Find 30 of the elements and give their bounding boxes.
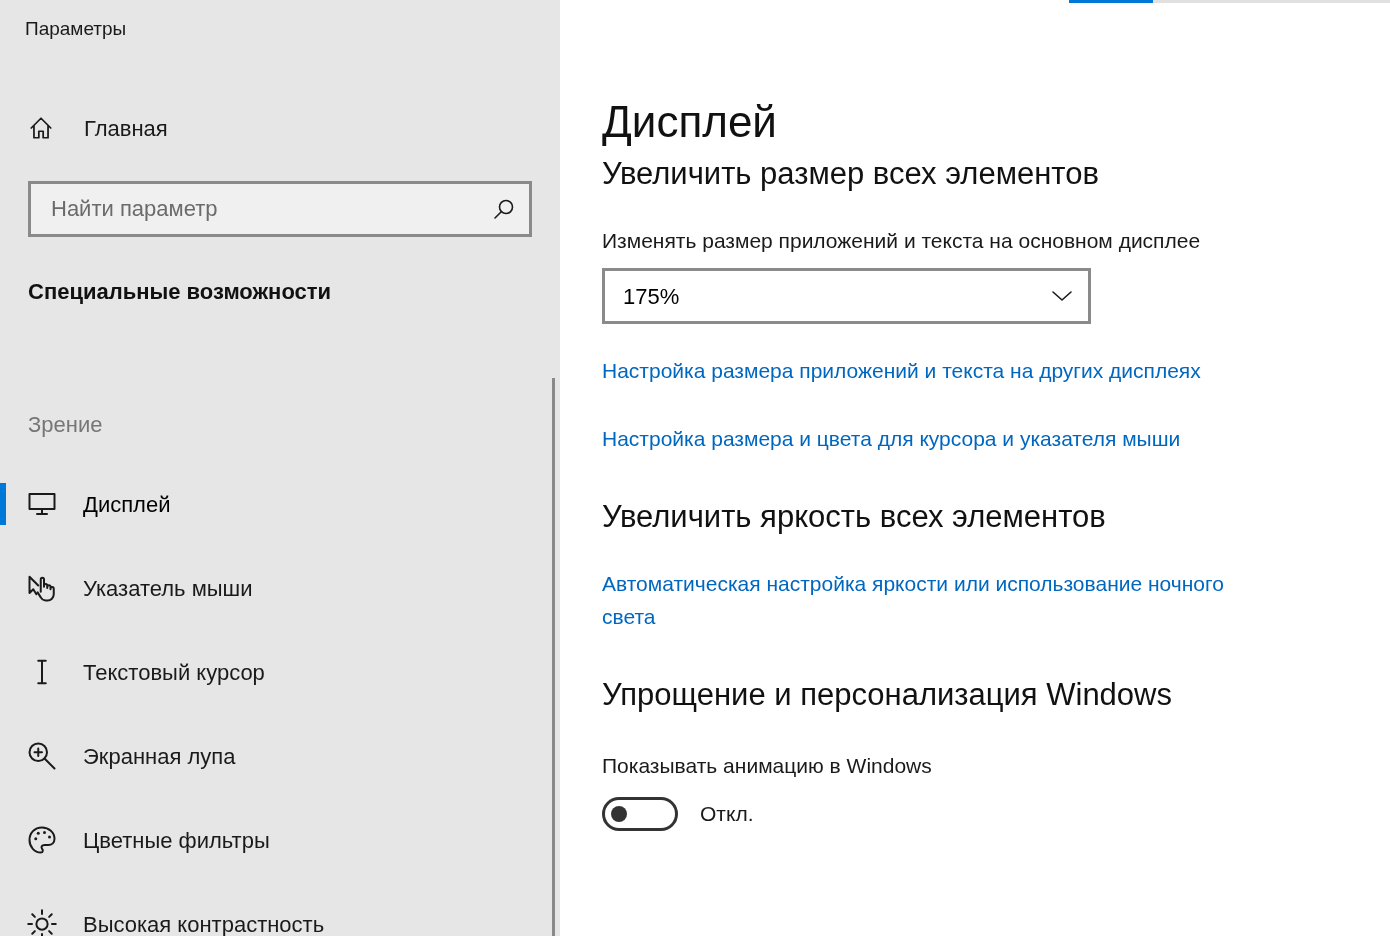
toggle-state: Откл. [700,801,754,828]
sun-icon [27,909,57,936]
group-label: Зрение [28,411,103,439]
link[interactable]: Автоматическая настройка яркости или использование ночного света [602,567,1252,633]
section-title: Специальные возможности [28,278,332,306]
link[interactable]: Настройка размера приложений и текста на других дисплеях [602,354,1252,387]
section-heading: Увеличить яркость всех элементов [602,498,1107,536]
nav-item[interactable]: Указатель мыши [0,566,540,610]
nav-item[interactable]: Текстовый курсор [0,650,540,694]
toggle-switch[interactable] [602,797,678,831]
field-label: Изменять размер приложений и текста на основном дисплее [602,228,1202,254]
palette-icon [27,825,57,855]
window-title: Параметры [25,17,127,41]
home-nav-item[interactable]: Главная [28,110,176,146]
search-icon [492,197,516,221]
page-title: Дисплей [602,96,778,148]
nav-item[interactable]: Цветные фильтры [0,818,540,862]
hand-pointer-icon [27,573,57,603]
setting-label: Показывать анимацию в Windows [602,753,933,779]
home-icon [28,115,54,141]
section-heading: Увеличить размер всех элементов [602,155,1100,193]
scroll-bar[interactable] [552,378,555,936]
link[interactable]: Настройка размера и цвета для курсора и указателя мыши [602,422,1252,455]
scale-dropdown[interactable]: 175% [602,268,1091,324]
section-heading: Упрощение и персонализация Windows [602,676,1173,714]
nav-item[interactable]: Дисплей [0,482,540,526]
search-field[interactable]: Найти параметр [28,181,532,237]
magnifier-icon [27,741,57,771]
nav-item[interactable]: Высокая контрастность [0,902,540,936]
nav-item[interactable]: Экранная лупа [0,734,540,778]
